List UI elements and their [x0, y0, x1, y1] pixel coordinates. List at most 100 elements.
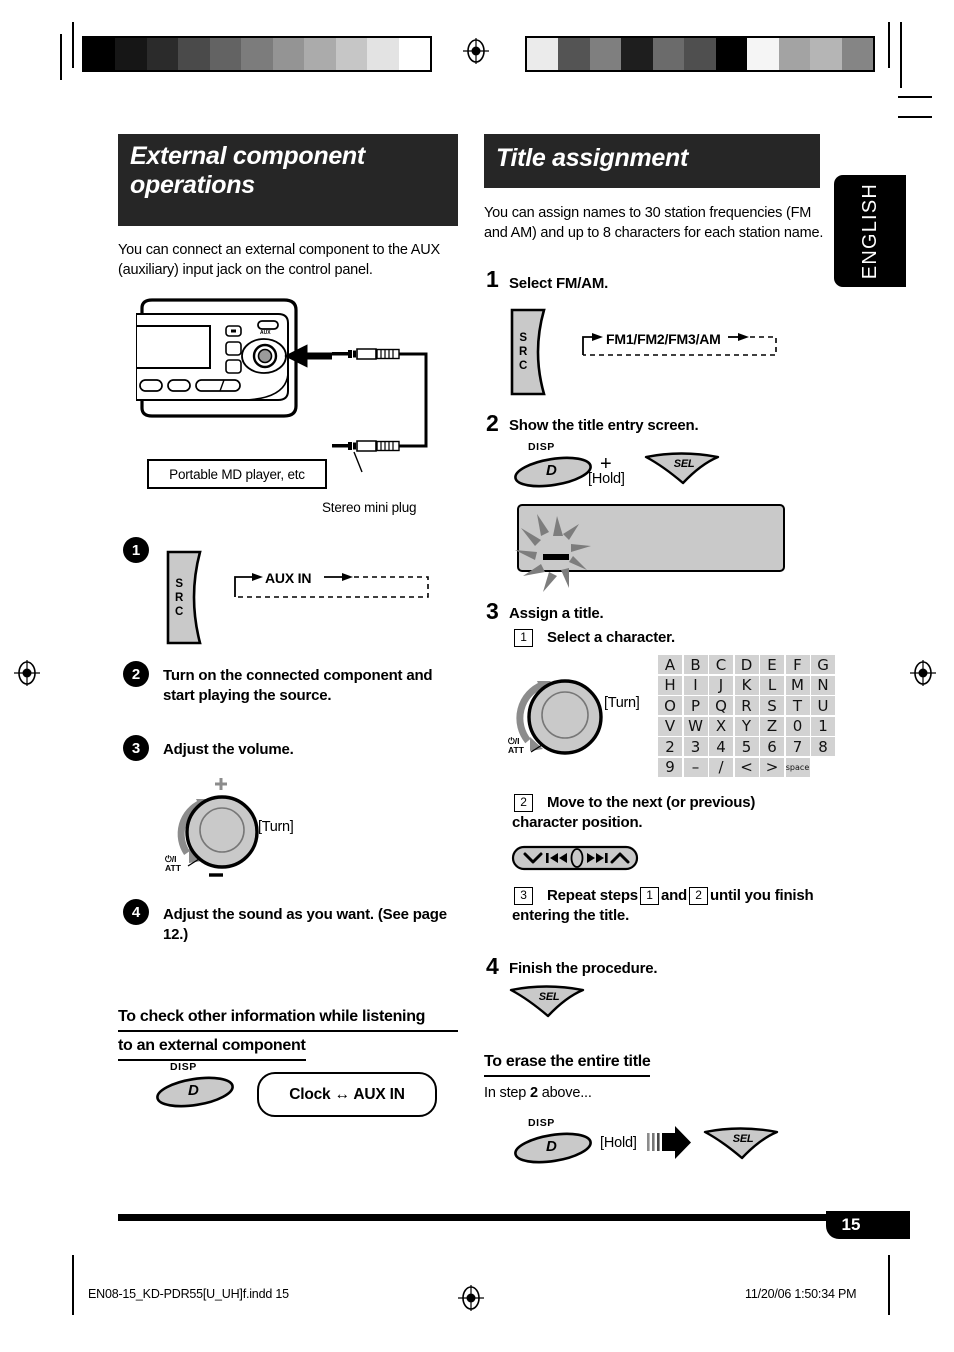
registration-mark-bottom: [458, 1285, 484, 1311]
left-subsection-heading-line2: to an external component: [118, 1034, 306, 1062]
right-step-2-number: 2: [486, 410, 499, 436]
disp-button-step2[interactable]: DISP D: [508, 441, 598, 489]
left-step-1-number: 1: [123, 537, 149, 563]
substep-3-badge: 3: [514, 887, 533, 905]
hold-label-erase: [Hold]: [600, 1135, 637, 1151]
registration-mark-top: [463, 38, 489, 64]
right-step-2-text: Show the title entry screen.: [509, 417, 699, 434]
right-step-3-number: 3: [486, 598, 499, 624]
character-cell: Z: [760, 716, 784, 736]
left-section-banner: External component operations: [118, 134, 458, 226]
stereo-mini-plug-caption: Stereo mini plug: [322, 500, 417, 515]
calibration-swatch: [84, 38, 116, 70]
substep-3-ref-1: 1: [639, 887, 659, 905]
right-intro-text: You can assign names to 30 station frequ…: [484, 205, 824, 241]
calibration-swatch: [684, 38, 716, 70]
character-cell: space: [785, 757, 810, 777]
character-cell: Y: [734, 716, 759, 736]
right-subsection-heading-text: To erase the entire title: [484, 1050, 651, 1078]
calibration-swatch: [715, 38, 748, 70]
disp-button-erase[interactable]: DISP D: [508, 1117, 598, 1165]
calibration-swatch: [367, 38, 399, 70]
print-timestamp: 11/20/06 1:50:34 PM: [745, 1287, 857, 1301]
calibration-swatch: [621, 38, 653, 70]
calibration-swatch: [335, 38, 368, 70]
left-step-3-text: Adjust the volume.: [163, 741, 294, 758]
hold-label-step2: [Hold]: [588, 471, 625, 487]
crop-mark-tr-v: [888, 22, 890, 68]
language-tab-label: ENGLISH: [858, 182, 881, 280]
crop-mark-bl-v: [72, 1255, 74, 1315]
calibration-swatch: [304, 38, 336, 70]
calibration-swatch: [589, 38, 622, 70]
character-cell: K: [734, 675, 759, 695]
character-cell: 0: [785, 716, 810, 736]
page-number: 15: [841, 1215, 861, 1234]
calibration-strip-left: [82, 36, 432, 72]
disp-button-caption-step2: DISP: [528, 441, 555, 453]
src-button-right[interactable]: SRC: [510, 308, 556, 396]
disp-button-glyph-erase: D: [546, 1138, 557, 1155]
character-cell: O: [658, 696, 682, 715]
sel-button-erase[interactable]: SEL: [702, 1127, 780, 1161]
substep-1-text: Select a character.: [546, 629, 675, 646]
character-cell: 2: [658, 737, 682, 756]
right-substep-1: 1 Select a character.: [512, 628, 832, 648]
character-cell: /: [709, 757, 733, 777]
calibration-swatch: [241, 38, 273, 70]
character-cell: B: [683, 655, 708, 674]
power-att-label-2: ⏻/I ATT: [508, 736, 524, 755]
aux-in-flow-label: AUX IN: [265, 570, 312, 586]
select-char-turn-hint: [Turn]: [604, 695, 640, 711]
left-step-3-number: 3: [123, 735, 149, 761]
track-navigation-rocker[interactable]: [511, 845, 639, 871]
character-cell: U: [811, 696, 835, 715]
right-step-1-text: Select FM/AM.: [509, 275, 609, 292]
character-cell: P: [683, 696, 708, 715]
footer-rule: [118, 1214, 832, 1221]
right-step-1-number: 1: [486, 266, 499, 292]
sel-button-step2[interactable]: SEL: [643, 452, 721, 486]
print-filename: EN08-15_KD-PDR55[U_UH]f.indd 15: [88, 1287, 289, 1301]
character-cell: E: [760, 655, 784, 674]
right-substep-2: 2 Move to the next (or previous) charact…: [512, 793, 824, 832]
calibration-swatch: [841, 38, 873, 70]
character-cell: W: [683, 716, 708, 736]
right-section-banner: Title assignment: [484, 134, 820, 188]
blinking-cursor-indicator: [513, 510, 603, 600]
registration-mark-right: [910, 660, 936, 686]
substep-1-badge: 1: [514, 629, 533, 647]
svg-text:AUX: AUX: [260, 330, 271, 336]
calibration-swatch: [527, 38, 559, 70]
right-section-title: Title assignment: [496, 144, 689, 172]
erase-intro-step-num: 2: [529, 1085, 538, 1101]
right-step-3-text: Assign a title.: [509, 605, 604, 622]
character-cell: T: [785, 696, 810, 715]
substep-2-text: Move to the next (or previous) character…: [512, 794, 756, 831]
character-cell: X: [709, 716, 733, 736]
calibration-swatch: [209, 38, 242, 70]
substep-2-badge: 2: [514, 794, 533, 812]
crop-mark-tr-h1: [900, 22, 902, 88]
character-cell: N: [811, 675, 835, 695]
right-subsection-heading: To erase the entire title: [484, 1050, 824, 1078]
character-cell: M: [785, 675, 810, 695]
select-character-knob[interactable]: ⏻/I ATT: [508, 655, 614, 765]
crop-mark-tl-v: [72, 22, 74, 68]
character-cell: C: [709, 655, 733, 674]
left-subsection-heading: To check other information while listeni…: [118, 1005, 458, 1062]
disp-button-left[interactable]: DISP D: [150, 1061, 240, 1109]
calibration-swatch: [778, 38, 811, 70]
calibration-swatch: [115, 38, 147, 70]
character-cell: L: [760, 675, 784, 695]
src-button-label: SRC: [175, 577, 184, 618]
fm-am-flow-label: FM1/FM2/FM3/AM: [606, 331, 721, 347]
sel-button-step4[interactable]: SEL: [508, 985, 586, 1019]
right-step-4-number: 4: [486, 953, 499, 979]
clock-aux-toggle-pill: Clock ↔ AUX IN: [257, 1072, 437, 1117]
calibration-strip-right: [525, 36, 875, 72]
sel-button-label-step4: SEL: [538, 991, 560, 1003]
calibration-swatch: [272, 38, 305, 70]
crop-mark-tr-h3: [898, 116, 932, 118]
src-button-left[interactable]: SRC: [166, 550, 212, 645]
